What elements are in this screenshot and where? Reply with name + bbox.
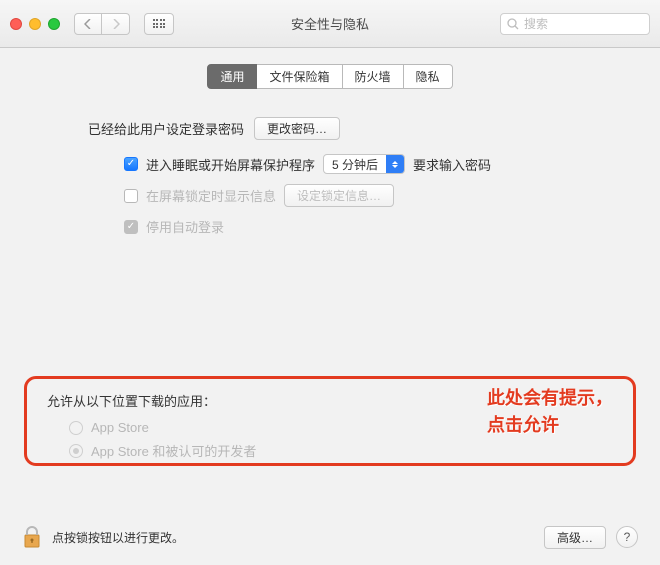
window-controls: [10, 18, 60, 30]
help-button[interactable]: ?: [616, 526, 638, 548]
radio-appstore: [69, 421, 83, 435]
tab-bar: 通用 文件保险箱 防火墙 隐私: [0, 64, 660, 89]
search-input[interactable]: 搜索: [500, 13, 650, 35]
disable-auto-login-row: 停用自动登录: [124, 217, 606, 236]
radio-appstore-label: App Store: [91, 420, 149, 435]
annotation-line2: 点击允许: [487, 415, 559, 435]
titlebar: 安全性与隐私 搜索: [0, 0, 660, 48]
updown-icon: [386, 155, 404, 173]
set-lock-message-button: 设定锁定信息…: [284, 184, 394, 207]
show-message-checkbox: [124, 189, 138, 203]
require-password-label: 进入睡眠或开始屏幕保护程序: [146, 155, 315, 174]
radio-identified: [69, 444, 83, 458]
show-all-button[interactable]: [144, 13, 174, 35]
tab-firewall[interactable]: 防火墙: [343, 64, 404, 89]
require-password-suffix: 要求输入密码: [413, 155, 491, 174]
content-pane: 通用 文件保险箱 防火墙 隐私 已经给此用户设定登录密码 更改密码… 进入睡眠或…: [0, 48, 660, 565]
require-password-checkbox[interactable]: [124, 157, 138, 171]
disable-auto-login-label: 停用自动登录: [146, 217, 224, 236]
forward-button[interactable]: [102, 13, 130, 35]
grid-icon: [153, 19, 166, 28]
password-set-row: 已经给此用户设定登录密码 更改密码…: [88, 117, 606, 140]
delay-select[interactable]: 5 分钟后: [323, 154, 405, 174]
tab-filevault[interactable]: 文件保险箱: [257, 64, 342, 89]
advanced-button[interactable]: 高级…: [544, 526, 606, 549]
delay-select-value: 5 分钟后: [324, 156, 386, 173]
show-message-row: 在屏幕锁定时显示信息 设定锁定信息…: [124, 184, 606, 207]
close-icon[interactable]: [10, 18, 22, 30]
tab-general[interactable]: 通用: [207, 64, 257, 89]
annotation-line1: 此处会有提示，: [487, 388, 613, 408]
window-title: 安全性与隐私: [291, 14, 369, 33]
zoom-icon[interactable]: [48, 18, 60, 30]
footer: 点按锁按钮以进行更改。 高级… ?: [0, 509, 660, 565]
download-apps-section: 允许从以下位置下载的应用： App Store App Store 和被认可的开…: [24, 376, 636, 466]
disable-auto-login-checkbox: [124, 220, 138, 234]
lock-icon[interactable]: [22, 525, 42, 549]
tab-privacy[interactable]: 隐私: [404, 64, 453, 89]
change-password-button[interactable]: 更改密码…: [254, 117, 340, 140]
lock-text: 点按锁按钮以进行更改。: [52, 529, 184, 546]
show-message-label: 在屏幕锁定时显示信息: [146, 186, 276, 205]
search-placeholder: 搜索: [524, 15, 548, 32]
nav-back-forward: [74, 13, 130, 35]
annotation-text: 此处会有提示， 点击允许: [487, 385, 613, 439]
back-button[interactable]: [74, 13, 102, 35]
search-icon: [507, 18, 519, 30]
radio-identified-row: App Store 和被认可的开发者: [69, 441, 613, 460]
minimize-icon[interactable]: [29, 18, 41, 30]
require-password-row: 进入睡眠或开始屏幕保护程序 5 分钟后 要求输入密码: [124, 154, 606, 174]
password-set-label: 已经给此用户设定登录密码: [88, 119, 244, 138]
radio-identified-label: App Store 和被认可的开发者: [91, 441, 256, 460]
